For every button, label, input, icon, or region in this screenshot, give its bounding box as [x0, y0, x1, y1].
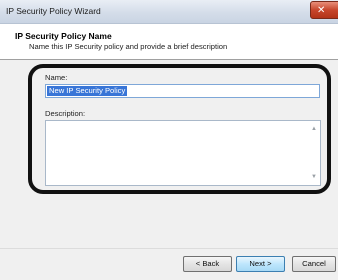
scroll-down-arrow-icon[interactable]: ▼ — [311, 174, 317, 180]
name-label: Name: — [45, 73, 68, 82]
footer-divider — [0, 248, 338, 249]
next-button[interactable]: Next > — [236, 256, 285, 272]
scroll-up-arrow-icon[interactable]: ▲ — [311, 126, 317, 132]
wizard-header: IP Security Policy Name Name this IP Sec… — [0, 24, 338, 60]
title-bar[interactable]: IP Security Policy Wizard ✕ — [0, 0, 338, 24]
name-field[interactable]: New IP Security Policy — [45, 84, 320, 98]
close-icon: ✕ — [317, 5, 326, 16]
back-button[interactable]: < Back — [183, 256, 232, 272]
description-field[interactable]: ▲ ▼ — [45, 120, 321, 186]
page-description: Name this IP Security policy and provide… — [29, 42, 228, 51]
wizard-window: IP Security Policy Wizard ✕ IP Security … — [0, 0, 338, 280]
description-label: Description: — [45, 109, 86, 118]
close-button[interactable]: ✕ — [310, 1, 338, 19]
window-title: IP Security Policy Wizard — [6, 6, 101, 16]
cancel-button[interactable]: Cancel — [292, 256, 336, 272]
page-title: IP Security Policy Name — [15, 31, 112, 41]
name-value-selected: New IP Security Policy — [47, 86, 128, 96]
